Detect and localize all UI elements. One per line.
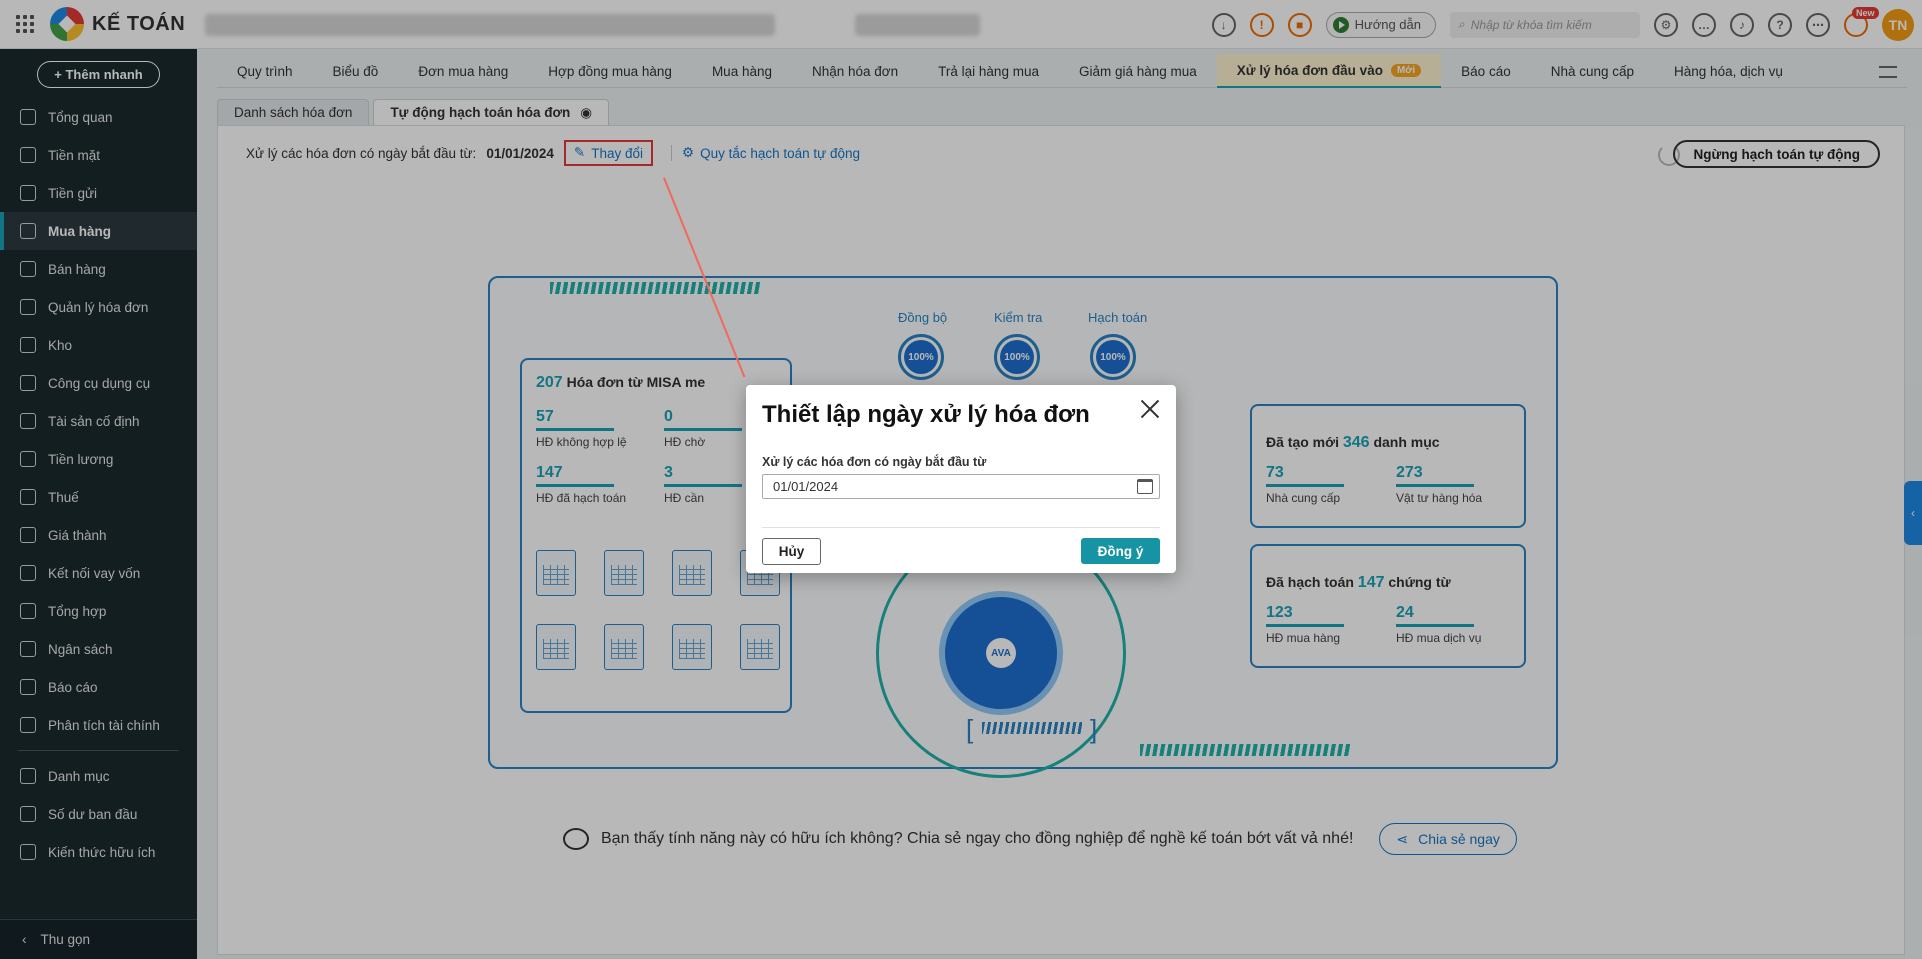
start-date-value: 01/01/2024: [773, 479, 839, 494]
close-icon[interactable]: [1138, 397, 1162, 421]
dialog-title: Thiết lập ngày xử lý hóa đơn: [762, 401, 1090, 428]
start-date-field[interactable]: 01/01/2024: [762, 474, 1160, 499]
agree-button[interactable]: Đồng ý: [1081, 538, 1160, 564]
calendar-icon[interactable]: [1137, 479, 1153, 494]
cancel-button[interactable]: Hủy: [762, 538, 821, 565]
dialog-divider: [762, 527, 1160, 528]
date-setup-dialog: Thiết lập ngày xử lý hóa đơn Xử lý các h…: [746, 385, 1176, 573]
start-date-label: Xử lý các hóa đơn có ngày bắt đầu từ: [762, 455, 987, 469]
